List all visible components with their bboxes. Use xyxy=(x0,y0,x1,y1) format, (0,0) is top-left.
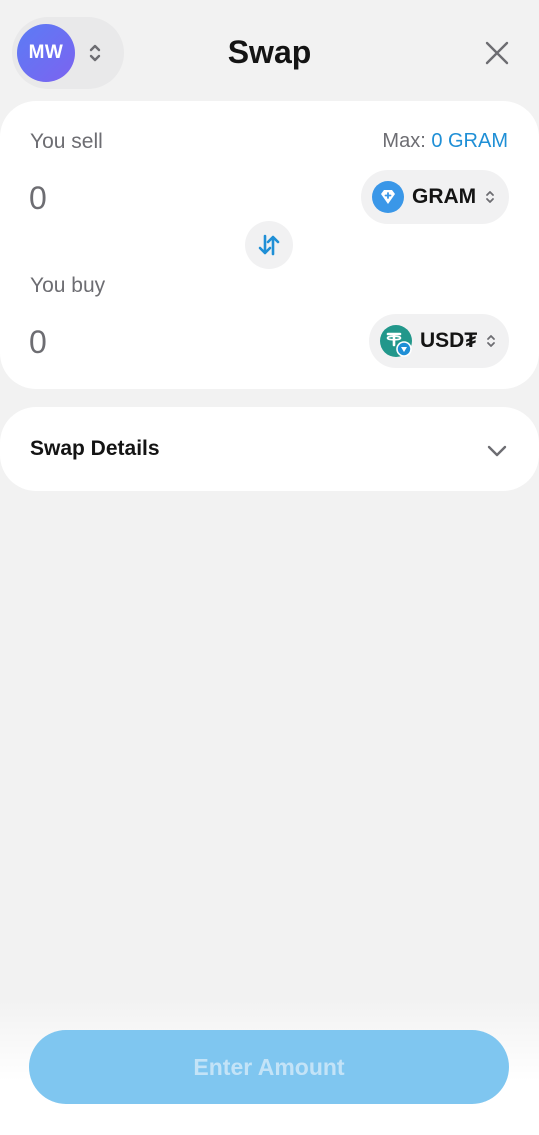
close-icon xyxy=(485,41,509,65)
chevron-down-icon[interactable] xyxy=(485,441,509,461)
gram-diamond-icon xyxy=(372,181,404,213)
page-title: Swap xyxy=(227,34,312,70)
close-button[interactable] xyxy=(478,34,516,72)
buy-label: You buy xyxy=(30,274,106,297)
swap-details-title: Swap Details xyxy=(30,437,160,460)
sell-amount-input[interactable]: 0 xyxy=(29,180,47,217)
buy-token-name: USD₮ xyxy=(420,329,478,352)
up-down-chevron-icon xyxy=(487,335,496,347)
up-down-chevron-icon xyxy=(486,191,495,203)
swap-direction-button[interactable] xyxy=(245,221,293,269)
sell-token-selector[interactable]: GRAM xyxy=(361,170,509,224)
swap-arrows-icon xyxy=(258,234,280,256)
sell-label: You sell xyxy=(30,130,103,153)
buy-token-selector[interactable]: USD₮ xyxy=(369,314,509,368)
enter-amount-button[interactable]: Enter Amount xyxy=(29,1030,509,1104)
max-balance[interactable]: Max: 0 GRAM xyxy=(382,130,508,153)
max-value[interactable]: 0 GRAM xyxy=(431,130,508,152)
tether-icon xyxy=(380,325,412,357)
buy-amount-input[interactable]: 0 xyxy=(29,324,47,361)
swap-screen: MW Swap You sell Max: 0 GRAM 0 GRAM You … xyxy=(0,0,539,1135)
sell-token-name: GRAM xyxy=(412,185,477,208)
max-prefix: Max: xyxy=(382,130,432,152)
